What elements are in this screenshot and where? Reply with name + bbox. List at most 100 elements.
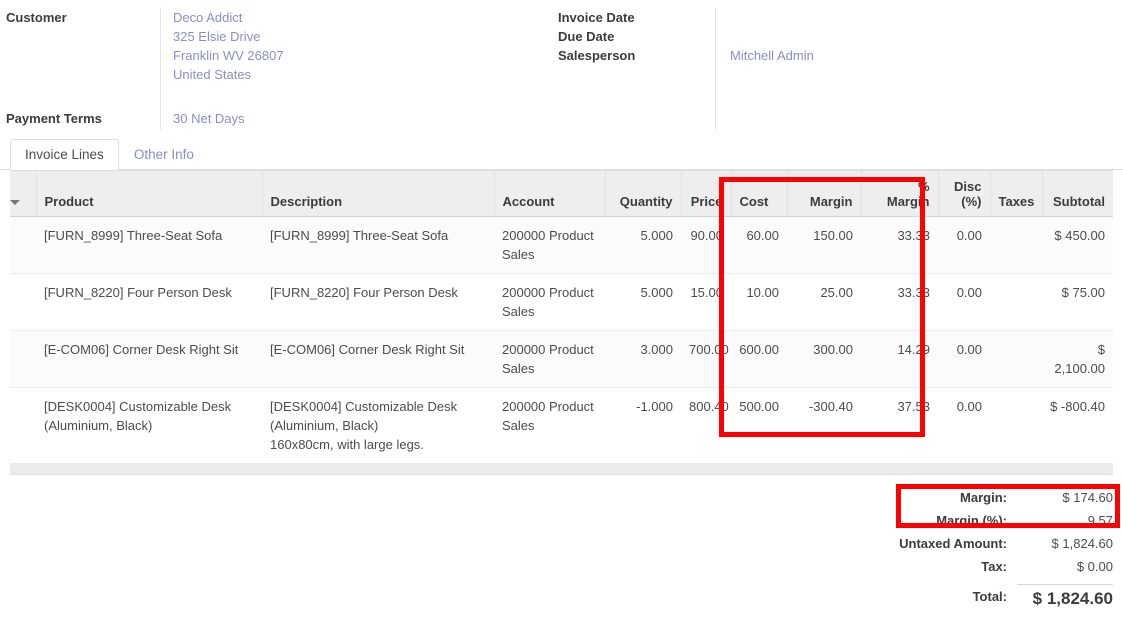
cell-description[interactable]: [DESK0004] Customizable Desk (Aluminium,… — [262, 388, 494, 464]
invoice-date-label: Invoice Date — [558, 8, 715, 27]
cell-taxes[interactable] — [990, 388, 1042, 464]
table-header-row: Product Description Account Quantity Pri… — [10, 171, 1113, 217]
salesperson-label: Salesperson — [558, 46, 715, 65]
description-main: [DESK0004] Customizable Desk (Aluminium,… — [270, 399, 457, 433]
column-header-description[interactable]: Description — [262, 171, 494, 217]
total-value: $ 1,824.60 — [1017, 584, 1113, 609]
invoice-form-page: Customer Payment Terms Deco Addict 325 E… — [0, 0, 1123, 628]
tax-label: Tax: — [981, 559, 1017, 574]
tax-value: $ 0.00 — [1017, 559, 1113, 574]
cell-account[interactable]: 200000 Product Sales — [494, 331, 605, 388]
customer-country-value[interactable]: United States — [173, 65, 284, 84]
header-right-labels: Invoice Date Due Date Salesperson — [540, 8, 715, 130]
column-header-price[interactable]: Price — [681, 171, 731, 217]
cell-discount[interactable]: 0.00 — [938, 331, 990, 388]
row-handle[interactable] — [10, 274, 36, 331]
cell-cost[interactable]: 500.00 — [731, 388, 787, 464]
header-left-column: Customer Payment Terms Deco Addict 325 E… — [0, 8, 540, 130]
invoice-lines-container: Product Description Account Quantity Pri… — [0, 170, 1123, 464]
column-header-pct-margin[interactable]: % Margin — [861, 171, 938, 217]
description-main: [FURN_8999] Three-Seat Sofa — [270, 228, 448, 243]
table-row[interactable]: [DESK0004] Customizable Desk (Aluminium,… — [10, 388, 1113, 464]
cell-account[interactable]: 200000 Product Sales — [494, 388, 605, 464]
chevron-down-icon[interactable] — [10, 200, 20, 205]
row-handle-header[interactable] — [10, 171, 36, 217]
tab-invoice-lines[interactable]: Invoice Lines — [10, 139, 119, 170]
pct-margin-header-line2: Margin — [887, 194, 930, 209]
cell-pct-margin[interactable]: 33.33 — [861, 274, 938, 331]
due-date-value[interactable] — [730, 27, 814, 46]
cell-discount[interactable]: 0.00 — [938, 274, 990, 331]
cell-subtotal: $ -800.40 — [1042, 388, 1113, 464]
column-header-product[interactable]: Product — [36, 171, 262, 217]
customer-city-state-zip-value[interactable]: Franklin WV 26807 — [173, 46, 284, 65]
cell-cost[interactable]: 10.00 — [731, 274, 787, 331]
payment-terms-value[interactable]: 30 Net Days — [173, 109, 284, 128]
column-header-margin[interactable]: Margin — [787, 171, 861, 217]
cell-margin[interactable]: 300.00 — [787, 331, 861, 388]
column-header-discount[interactable]: Disc (%) — [938, 171, 990, 217]
description-main: [E-COM06] Corner Desk Right Sit — [270, 342, 464, 357]
cell-description[interactable]: [FURN_8999] Three-Seat Sofa — [262, 217, 494, 274]
cell-taxes[interactable] — [990, 274, 1042, 331]
column-header-taxes[interactable]: Taxes — [990, 171, 1042, 217]
cell-product[interactable]: [FURN_8999] Three-Seat Sofa — [36, 217, 262, 274]
cell-description[interactable]: [FURN_8220] Four Person Desk — [262, 274, 494, 331]
row-handle[interactable] — [10, 331, 36, 388]
header-right-column: Invoice Date Due Date Salesperson Mitche… — [540, 8, 1123, 130]
customer-label: Customer — [6, 8, 160, 27]
invoice-date-value[interactable] — [730, 8, 814, 27]
cell-quantity[interactable]: 5.000 — [605, 217, 681, 274]
total-label: Total: — [973, 589, 1017, 604]
customer-street-value[interactable]: 325 Elsie Drive — [173, 27, 284, 46]
salesperson-value[interactable]: Mitchell Admin — [730, 46, 814, 65]
table-row[interactable]: [FURN_8220] Four Person Desk [FURN_8220]… — [10, 274, 1113, 331]
cell-price[interactable]: 15.00 — [681, 274, 731, 331]
cell-pct-margin[interactable]: 14.29 — [861, 331, 938, 388]
column-header-quantity[interactable]: Quantity — [605, 171, 681, 217]
cell-price[interactable]: 700.00 — [681, 331, 731, 388]
description-main: [FURN_8220] Four Person Desk — [270, 285, 458, 300]
cell-product[interactable]: [E-COM06] Corner Desk Right Sit — [36, 331, 262, 388]
cell-product[interactable]: [DESK0004] Customizable Desk (Aluminium,… — [36, 388, 262, 464]
cell-quantity[interactable]: 3.000 — [605, 331, 681, 388]
cell-taxes[interactable] — [990, 331, 1042, 388]
totals-row-total: Total: $ 1,824.60 — [857, 581, 1113, 611]
cell-cost[interactable]: 600.00 — [731, 331, 787, 388]
table-row[interactable]: [FURN_8999] Three-Seat Sofa [FURN_8999] … — [10, 217, 1113, 274]
cell-price[interactable]: 90.00 — [681, 217, 731, 274]
cell-discount[interactable]: 0.00 — [938, 388, 990, 464]
cell-discount[interactable]: 0.00 — [938, 217, 990, 274]
cell-product[interactable]: [FURN_8220] Four Person Desk — [36, 274, 262, 331]
column-header-account[interactable]: Account — [494, 171, 605, 217]
row-handle[interactable] — [10, 388, 36, 464]
cell-description[interactable]: [E-COM06] Corner Desk Right Sit — [262, 331, 494, 388]
totals-row-untaxed: Untaxed Amount: $ 1,824.60 — [857, 532, 1113, 555]
customer-name-value[interactable]: Deco Addict — [173, 8, 284, 27]
cell-taxes[interactable] — [990, 217, 1042, 274]
cell-account[interactable]: 200000 Product Sales — [494, 274, 605, 331]
row-handle[interactable] — [10, 217, 36, 274]
margin-pct-value: 9.57 — [1017, 513, 1113, 528]
cell-margin[interactable]: -300.40 — [787, 388, 861, 464]
cell-subtotal: $ 450.00 — [1042, 217, 1113, 274]
cell-margin[interactable]: 25.00 — [787, 274, 861, 331]
cell-cost[interactable]: 60.00 — [731, 217, 787, 274]
cell-price[interactable]: 800.40 — [681, 388, 731, 464]
table-row[interactable]: [E-COM06] Corner Desk Right Sit [E-COM06… — [10, 331, 1113, 388]
cell-quantity[interactable]: 5.000 — [605, 274, 681, 331]
description-extra: 160x80cm, with large legs. — [270, 435, 486, 454]
cell-margin[interactable]: 150.00 — [787, 217, 861, 274]
header-left-labels: Customer Payment Terms — [0, 8, 160, 130]
cell-pct-margin[interactable]: 33.33 — [861, 217, 938, 274]
cell-quantity[interactable]: -1.000 — [605, 388, 681, 464]
cell-account[interactable]: 200000 Product Sales — [494, 217, 605, 274]
cell-pct-margin[interactable]: 37.53 — [861, 388, 938, 464]
table-footer-bar — [10, 464, 1113, 475]
totals-panel: Margin: $ 174.60 Margin (%): 9.57 Untaxe… — [857, 486, 1113, 611]
cell-subtotal: $ 75.00 — [1042, 274, 1113, 331]
column-header-subtotal[interactable]: Subtotal — [1042, 171, 1113, 217]
tab-other-info[interactable]: Other Info — [119, 139, 209, 170]
margin-label: Margin: — [960, 490, 1017, 505]
column-header-cost[interactable]: Cost — [731, 171, 787, 217]
